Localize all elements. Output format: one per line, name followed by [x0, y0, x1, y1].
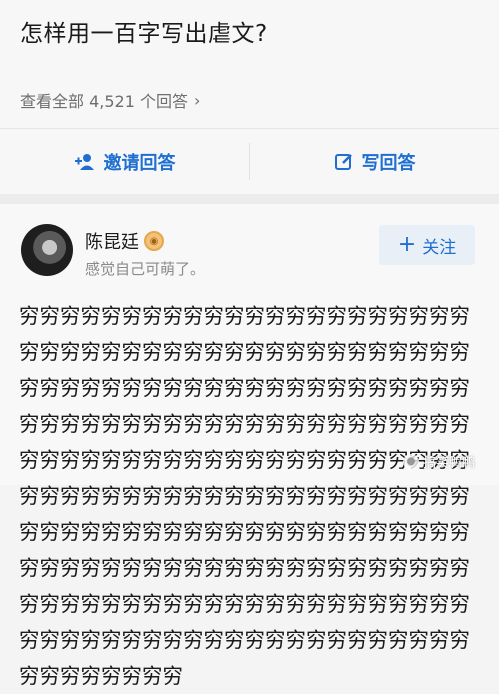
- view-all-answers-link[interactable]: 查看全部 4,521 个回答 ›: [20, 88, 200, 112]
- view-all-label: 查看全部 4,521 个回答: [20, 92, 188, 111]
- question-card: 怎样用一百字写出虐文? 查看全部 4,521 个回答 ›: [0, 0, 499, 128]
- write-answer-button[interactable]: 写回答: [250, 129, 499, 194]
- invite-answer-label: 邀请回答: [103, 152, 176, 174]
- avatar[interactable]: [21, 224, 73, 276]
- question-actions: 邀请回答 写回答: [0, 129, 499, 194]
- answer-content: 穷穷穷穷穷穷穷穷穷穷穷穷穷穷穷穷穷穷穷穷穷穷穷穷穷穷穷穷穷穷穷穷穷穷穷穷穷穷穷穷…: [19, 304, 470, 688]
- answer-card: 陈昆廷 ◉ 感觉自己可萌了。 + 关注 穷穷穷穷穷穷穷穷穷穷穷穷穷穷穷穷穷穷穷穷…: [0, 204, 499, 688]
- follow-label: 关注: [422, 237, 457, 258]
- author-row[interactable]: 陈昆廷 ◉: [85, 228, 164, 254]
- plus-icon: +: [397, 232, 417, 257]
- question-title: 怎样用一百字写出虐文?: [20, 21, 268, 47]
- author-name: 陈昆廷: [85, 232, 139, 253]
- write-answer-label: 写回答: [361, 152, 416, 174]
- section-gap: [0, 194, 499, 204]
- chevron-right-icon: ›: [193, 90, 201, 110]
- follow-button[interactable]: + 关注: [379, 225, 475, 265]
- monkey-badge-icon: ◉: [144, 231, 164, 251]
- author-bio: 感觉自己可萌了。: [85, 260, 206, 278]
- wechat-icon: ●: [403, 453, 419, 470]
- invite-answer-button[interactable]: 邀请回答: [0, 129, 249, 194]
- watermark-text: 搞笑鸭鸭: [423, 456, 476, 471]
- watermark: ● 搞笑鸭鸭: [403, 452, 475, 471]
- add-user-icon: [74, 153, 94, 170]
- edit-icon: [334, 153, 352, 170]
